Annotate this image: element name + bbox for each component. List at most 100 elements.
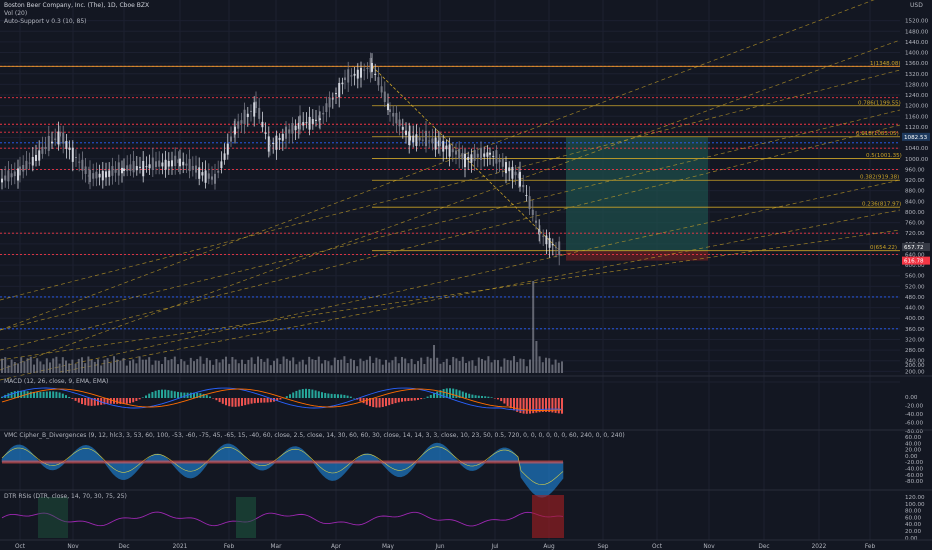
fib-label-0: 1(1348.08) bbox=[870, 61, 901, 67]
trading-chart[interactable]: 1(1348.08) 0.786(1199.55) 0.618(1083.05) 0.… bbox=[0, 0, 932, 550]
candle-body-45 bbox=[139, 166, 141, 168]
candle-body-64 bbox=[198, 167, 201, 179]
volume-bar-118 bbox=[378, 359, 381, 373]
volume-bar-37 bbox=[119, 360, 122, 373]
candle-body-133 bbox=[405, 130, 407, 135]
volume-bar-174 bbox=[557, 362, 560, 373]
candle-body-135 bbox=[409, 135, 411, 141]
macd-hist-9 bbox=[29, 391, 32, 398]
volume-bar-40 bbox=[129, 360, 131, 373]
candle-body-146 bbox=[442, 140, 445, 152]
symbol-legend[interactable]: Boston Beer Company, Inc. (The), 1D, Cbo… bbox=[4, 2, 149, 9]
volume-bar-103 bbox=[330, 365, 333, 373]
macd-hist-26 bbox=[84, 398, 87, 406]
candle-body-168 bbox=[511, 166, 514, 179]
price-tick-18: 880.00 bbox=[905, 189, 925, 195]
vmc-legend[interactable]: VMC Cipher_B_Divergences (9, 12, hlc3, 3… bbox=[4, 432, 625, 439]
volume-bar-113 bbox=[362, 361, 365, 373]
candle-body-72 bbox=[223, 153, 226, 160]
candle-body-70 bbox=[217, 170, 220, 173]
macd-hist-102 bbox=[327, 393, 330, 398]
candle-body-110 bbox=[335, 93, 337, 95]
time-tick-7: May bbox=[382, 544, 395, 550]
volume-bar-34 bbox=[109, 363, 112, 373]
macd-hist-130 bbox=[417, 398, 419, 400]
volume-title: Vol (20) bbox=[4, 10, 28, 17]
macd-hist-165 bbox=[529, 398, 531, 414]
candle-body-16 bbox=[51, 141, 53, 144]
volume-bar-45 bbox=[145, 359, 147, 373]
autosupport-legend[interactable]: Auto-Support v 0.3 (10, 85) bbox=[4, 18, 87, 25]
macd-hist-22 bbox=[71, 398, 74, 399]
macd-hist-101 bbox=[324, 392, 327, 398]
volume-bar-20 bbox=[65, 360, 67, 373]
macd-hist-96 bbox=[308, 388, 311, 398]
volume-legend[interactable]: Vol (20) bbox=[4, 10, 27, 17]
candle-body-76 bbox=[234, 126, 236, 135]
volume-bar-36 bbox=[116, 359, 119, 373]
macd-hist-152 bbox=[487, 396, 490, 398]
volume-bar-77 bbox=[247, 359, 250, 373]
macd-hist-67 bbox=[215, 398, 218, 401]
volume-bar-90 bbox=[289, 360, 291, 373]
volume-bar-170 bbox=[545, 357, 547, 373]
time-tick-16: Feb bbox=[865, 544, 876, 550]
volume-bar-152 bbox=[487, 356, 490, 373]
volume-bar-88 bbox=[282, 356, 285, 373]
volume-bar-154 bbox=[493, 359, 496, 373]
volume-bar-31 bbox=[100, 365, 103, 373]
volume-bar-99 bbox=[317, 356, 320, 373]
candle-body-129 bbox=[392, 112, 395, 117]
macd-tick-2: -40.00 bbox=[905, 412, 923, 418]
volume-bar-124 bbox=[397, 363, 400, 373]
volume-bar-122 bbox=[391, 360, 394, 373]
volume-bar-112 bbox=[359, 358, 362, 373]
volume-bar-95 bbox=[305, 364, 307, 373]
candle-body-55 bbox=[171, 160, 173, 167]
volume-bar-66 bbox=[212, 364, 215, 373]
volume-bar-171 bbox=[548, 358, 551, 373]
candle-body-27 bbox=[84, 166, 87, 174]
candle-body-169 bbox=[514, 171, 517, 176]
macd-hist-105 bbox=[337, 394, 339, 398]
macd-legend[interactable]: MACD (12, 26, close, 9, EMA, EMA) bbox=[4, 378, 108, 385]
volume-bar-116 bbox=[372, 362, 375, 373]
time-tick-12: Oct bbox=[652, 544, 663, 550]
macd-hist-114 bbox=[365, 398, 368, 405]
macd-hist-127 bbox=[407, 398, 410, 402]
candle-body-10 bbox=[31, 156, 34, 166]
rsi-legend[interactable]: DTR RSIs (DTR, close, 14, 70, 30, 75, 25… bbox=[4, 493, 127, 500]
volume-bar-159 bbox=[509, 360, 512, 373]
price-tick-1: 200.00 bbox=[905, 369, 925, 375]
time-tick-13: Nov bbox=[703, 544, 715, 550]
candle-body-147 bbox=[445, 145, 448, 150]
macd-hist-34 bbox=[109, 398, 112, 404]
rsi-tick-5: 20.00 bbox=[905, 529, 921, 535]
volume-bar-165 bbox=[529, 359, 531, 373]
candle-body-109 bbox=[331, 98, 334, 100]
volume-bar-28 bbox=[90, 359, 93, 373]
macd-hist-129 bbox=[413, 398, 416, 401]
volume-bar-145 bbox=[465, 362, 467, 373]
macd-hist-87 bbox=[279, 398, 282, 400]
macd-hist-36 bbox=[116, 398, 119, 404]
macd-hist-19 bbox=[61, 393, 64, 398]
macd-hist-12 bbox=[39, 391, 42, 398]
candle-body-106 bbox=[322, 112, 325, 115]
macd-hist-98 bbox=[314, 390, 317, 398]
candle-body-123 bbox=[374, 73, 377, 75]
macd-hist-100 bbox=[321, 392, 323, 398]
candle-body-25 bbox=[78, 161, 81, 163]
rsi-tick-6: 0.00 bbox=[905, 536, 918, 542]
volume-bar-76 bbox=[244, 363, 247, 373]
volume-bar-1 bbox=[4, 357, 7, 373]
macd-hist-65 bbox=[209, 396, 211, 398]
time-tick-1: Nov bbox=[67, 544, 79, 550]
volume-bar-15 bbox=[49, 362, 51, 373]
candle-body-71 bbox=[220, 161, 223, 169]
rsi-tick-4: 40.00 bbox=[905, 522, 921, 528]
volume-bar-104 bbox=[333, 357, 336, 373]
candle-body-66 bbox=[204, 170, 207, 183]
candle-body-85 bbox=[261, 121, 264, 128]
macd-hist-17 bbox=[55, 391, 58, 398]
